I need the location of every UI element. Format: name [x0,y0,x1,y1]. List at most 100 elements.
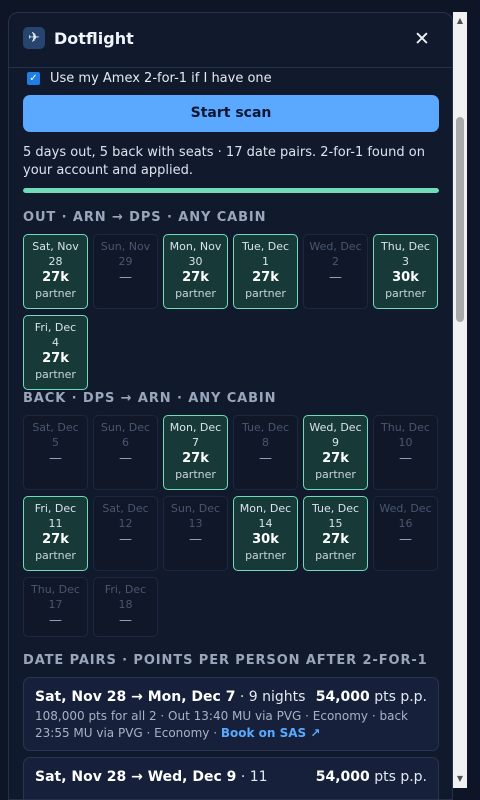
day-cell[interactable]: Mon, Dec 7 27k partner [163,415,228,490]
day-tag: partner [175,287,216,300]
day-date: Sat, Nov 28 [32,240,79,268]
day-date: Tue, Dec 1 [241,240,290,268]
scroll-down-arrow-icon[interactable]: ▼ [453,772,467,786]
day-tag: partner [35,368,76,381]
day-date: Sun, Nov 29 [100,240,151,268]
out-section-title: OUT · ARN → DPS · ANY CABIN [23,210,267,225]
back-section-title: BACK · DPS → ARN · ANY CABIN [23,391,277,406]
day-points: 30k [252,532,279,547]
amex-option[interactable]: ✓ Use my Amex 2-for-1 if I have one [27,68,272,88]
pair-nights: · 9 nights [235,689,306,705]
day-unavailable: — [49,451,62,466]
day-unavailable: — [119,451,132,466]
day-cell[interactable]: Sat, Nov 28 27k partner [23,234,88,309]
day-cell[interactable]: Fri, Dec 11 27k partner [23,496,88,571]
scrollbar-thumb[interactable] [456,117,464,322]
day-cell: Wed, Dec 16 — [373,496,438,571]
day-unavailable: — [399,532,412,547]
pair-points-unit: pts p.p. [369,689,427,705]
day-points: 27k [322,451,349,466]
day-cell: Sun, Nov 29 — [93,234,158,309]
day-unavailable: — [49,613,62,628]
day-tag: partner [245,549,286,562]
date-pairs-title: DATE PAIRS · POINTS PER PERSON AFTER 2-F… [23,653,428,668]
day-unavailable: — [329,270,342,285]
day-cell[interactable]: Fri, Dec 4 27k partner [23,315,88,390]
day-cell: Sat, Dec 12 — [93,496,158,571]
pair-nights: · 11 [236,769,268,785]
scrollbar[interactable]: ▲ ▼ [453,12,467,788]
day-date: Fri, Dec 4 [34,321,77,349]
plane-icon: ✈ [23,27,45,49]
amex-checkbox-label: Use my Amex 2-for-1 if I have one [50,70,272,86]
pair-points: 54,000 [315,769,370,785]
day-cell: Sat, Dec 5 — [23,415,88,490]
day-points: 27k [322,532,349,547]
day-date: Thu, Dec 10 [381,421,430,449]
day-points: 27k [42,532,69,547]
panel-header: ✈ Dotflight ✕ [9,13,452,68]
day-unavailable: — [119,270,132,285]
extension-panel: ✈ Dotflight ✕ ✓ Use my Amex 2-for-1 if I… [8,12,453,800]
day-points: 30k [392,270,419,285]
day-cell: Sun, Dec 13 — [163,496,228,571]
day-date: Tue, Dec 8 [241,421,290,449]
day-date: Wed, Dec 16 [379,502,432,530]
scan-progress-bar [23,188,439,193]
day-cell[interactable]: Thu, Dec 3 30k partner [373,234,438,309]
day-date: Fri, Dec 18 [104,583,147,611]
day-tag: partner [35,549,76,562]
day-points: 27k [42,270,69,285]
date-pair-card[interactable]: Sat, Nov 28 → Wed, Dec 9 · 11 54,000 pts… [23,757,439,799]
day-date: Tue, Dec 15 [311,502,360,530]
day-unavailable: — [119,532,132,547]
pair-points: 54,000 [315,689,370,705]
day-unavailable: — [399,451,412,466]
day-tag: partner [315,549,356,562]
day-cell: Wed, Dec 2 — [303,234,368,309]
day-cell[interactable]: Wed, Dec 9 27k partner [303,415,368,490]
day-cell[interactable]: Tue, Dec 15 27k partner [303,496,368,571]
day-date: Sun, Dec 13 [170,502,221,530]
day-date: Sat, Dec 5 [32,421,79,449]
day-cell: Sun, Dec 6 — [93,415,158,490]
day-tag: partner [35,287,76,300]
day-cell: Thu, Dec 17 — [23,577,88,637]
day-date: Fri, Dec 11 [34,502,77,530]
day-date: Sun, Dec 6 [100,421,151,449]
day-cell[interactable]: Mon, Dec 14 30k partner [233,496,298,571]
day-date: Mon, Nov 30 [169,240,222,268]
day-cell[interactable]: Mon, Nov 30 27k partner [163,234,228,309]
day-date: Thu, Dec 3 [381,240,430,268]
day-unavailable: — [259,451,272,466]
day-unavailable: — [189,532,202,547]
day-date: Mon, Dec 7 [169,421,222,449]
day-points: 27k [42,351,69,366]
day-points: 27k [182,451,209,466]
day-unavailable: — [119,613,132,628]
day-cell: Tue, Dec 8 — [233,415,298,490]
day-cell[interactable]: Tue, Dec 1 27k partner [233,234,298,309]
day-date: Wed, Dec 2 [309,240,362,268]
day-points: 27k [252,270,279,285]
start-scan-button[interactable]: Start scan [23,95,439,132]
day-tag: partner [315,468,356,481]
close-icon[interactable]: ✕ [414,29,430,49]
day-cell: Thu, Dec 10 — [373,415,438,490]
amex-checkbox[interactable]: ✓ [27,71,40,85]
day-date: Thu, Dec 17 [31,583,80,611]
date-pair-card[interactable]: Sat, Nov 28 → Mon, Dec 7 · 9 nights 54,0… [23,677,439,751]
day-date: Wed, Dec 9 [309,421,362,449]
pair-dates: Sat, Nov 28 → Wed, Dec 9 [35,769,237,785]
scan-status-text: 5 days out, 5 back with seats · 17 date … [23,145,425,178]
scroll-up-arrow-icon[interactable]: ▲ [453,14,467,28]
scan-progress-fill [23,188,439,193]
book-on-sas-link[interactable]: Book on SAS ↗ [221,726,321,740]
day-date: Sat, Dec 12 [102,502,149,530]
day-date: Mon, Dec 14 [239,502,292,530]
day-tag: partner [385,287,426,300]
pair-points-unit: pts p.p. [369,769,427,785]
day-points: 27k [182,270,209,285]
day-tag: partner [245,287,286,300]
day-cell: Fri, Dec 18 — [93,577,158,637]
